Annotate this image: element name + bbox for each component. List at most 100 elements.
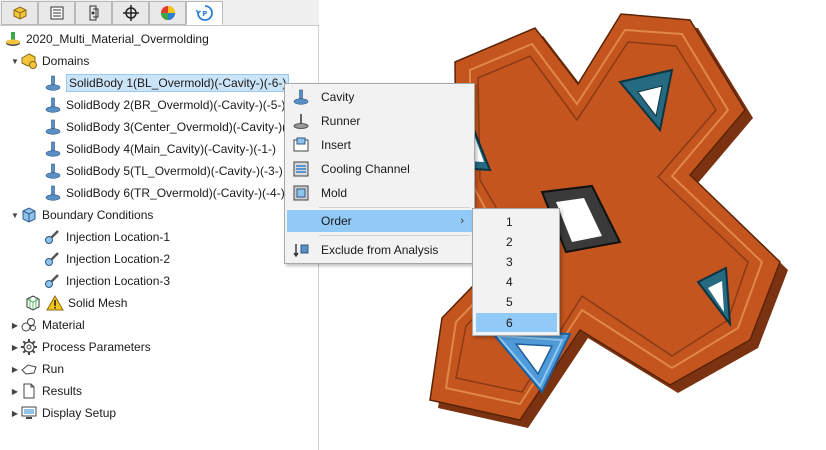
order-option-4[interactable]: 4 [476, 272, 557, 291]
order-option-6[interactable]: 6 [476, 313, 557, 332]
tree-solid-body-2[interactable]: SolidBody 2(BR_Overmold)(-Cavity-)(-5-) [44, 94, 285, 116]
expand-caret-icon[interactable]: ▶ [10, 365, 20, 374]
study-name: 2020_Multi_Material_Overmolding [26, 32, 209, 46]
run-icon [20, 360, 38, 378]
tree-boundary-conditions[interactable]: ▼ Boundary Conditions [10, 204, 153, 226]
tree-domains[interactable]: ▼ Domains [10, 50, 89, 72]
submenu-arrow-icon: › [460, 215, 464, 227]
cooling-channel-icon [290, 159, 312, 179]
order-option-1[interactable]: 1 [476, 212, 557, 231]
tree-material[interactable]: ▶ Material [10, 314, 85, 336]
insert-icon [290, 135, 312, 155]
tree-solid-body-6[interactable]: SolidBody 6(TR_Overmold)(-Cavity-)(-4-) [44, 182, 285, 204]
expand-caret-icon[interactable]: ▶ [10, 343, 20, 352]
injection-location-label: Injection Location-1 [66, 230, 171, 244]
mesh-icon [24, 294, 42, 312]
tree-solid-mesh[interactable]: Solid Mesh [24, 292, 127, 314]
plastics-study-icon [4, 30, 22, 48]
menu-item-insert[interactable]: Insert [287, 134, 472, 156]
material-icon [20, 316, 38, 334]
tree-solid-body-1[interactable]: SolidBody 1(BL_Overmold)(-Cavity-)(-6-) [44, 72, 290, 94]
tree-solid-body-4[interactable]: SolidBody 4(Main_Cavity)(-Cavity-)(-1-) [44, 138, 276, 160]
warning-icon [46, 294, 64, 312]
cavity-icon [44, 184, 62, 202]
domains-icon [20, 52, 38, 70]
svg-text:P: P [202, 10, 207, 18]
menu-item-mold[interactable]: Mold [287, 182, 472, 204]
cavity-icon [44, 118, 62, 136]
tree-solid-body-3[interactable]: SolidBody 3(Center_Overmold)(-Cavity-)(-… [44, 116, 305, 138]
solid-body-label: SolidBody 5(TL_Overmold)(-Cavity-)(-3-) [66, 164, 283, 178]
results-document-icon [20, 382, 38, 400]
display-manager-icon [160, 6, 175, 20]
cavity-icon [290, 87, 312, 107]
exclude-icon [290, 240, 312, 260]
solid-body-label: SolidBody 3(Center_Overmold)(-Cavity-)(-… [66, 120, 305, 134]
solid-mesh-label: Solid Mesh [68, 296, 128, 310]
process-parameters-label: Process Parameters [42, 340, 151, 354]
menu-item-cooling-channel[interactable]: Cooling Channel [287, 158, 472, 180]
tree-results[interactable]: ▶ Results [10, 380, 82, 402]
cavity-icon [44, 140, 62, 158]
solid-body-label: SolidBody 6(TR_Overmold)(-Cavity-)(-4-) [66, 186, 285, 200]
injection-location-icon [44, 228, 62, 246]
display-setup-icon [20, 404, 38, 422]
order-option-2[interactable]: 2 [476, 232, 557, 251]
display-setup-label: Display Setup [42, 406, 117, 420]
menu-item-runner[interactable]: Runner [287, 110, 472, 132]
menu-item-order[interactable]: Order › [287, 210, 472, 232]
injection-location-label: Injection Location-3 [66, 274, 171, 288]
expand-caret-icon[interactable]: ▶ [10, 387, 20, 396]
feature-tree-panel: P 2020_Multi_Material_Overmolding ▼ Doma… [0, 0, 319, 450]
injection-location-label: Injection Location-2 [66, 252, 171, 266]
tree-display-setup[interactable]: ▶ Display Setup [10, 402, 116, 424]
tree-solid-body-5[interactable]: SolidBody 5(TL_Overmold)(-Cavity-)(-3-) [44, 160, 283, 182]
solid-body-label: SolidBody 2(BR_Overmold)(-Cavity-)(-5-) [66, 98, 286, 112]
order-option-3[interactable]: 3 [476, 252, 557, 271]
run-label: Run [42, 362, 65, 376]
expand-caret-icon[interactable]: ▶ [10, 409, 20, 418]
runner-icon [290, 111, 312, 131]
order-option-5[interactable]: 5 [476, 292, 557, 311]
solid-body-label: SolidBody 4(Main_Cavity)(-Cavity-)(-1-) [66, 142, 277, 156]
tab-simulation-study[interactable]: P [186, 1, 223, 25]
tree-process-parameters[interactable]: ▶ Process Parameters [10, 336, 151, 358]
boundary-conditions-label: Boundary Conditions [42, 208, 154, 222]
gear-icon [20, 338, 38, 356]
menu-item-exclude-from-analysis[interactable]: Exclude from Analysis [287, 239, 472, 261]
dimxpert-icon [122, 5, 139, 21]
boundary-conditions-icon [20, 206, 38, 224]
tree-run[interactable]: ▶ Run [10, 358, 64, 380]
feature-manager-icon [13, 6, 26, 20]
simulation-study-icon: P [195, 5, 213, 21]
manager-tab-strip: P [0, 0, 319, 26]
configuration-manager-icon [89, 5, 98, 21]
cavity-icon [44, 74, 62, 92]
tab-dimxpert-manager[interactable] [112, 1, 149, 25]
tree-injection-location-1[interactable]: Injection Location-1 [44, 226, 170, 248]
expand-caret-icon[interactable]: ▶ [10, 321, 20, 330]
order-submenu: 1 2 3 4 5 6 [472, 208, 560, 336]
property-manager-icon [50, 6, 63, 20]
tree-injection-location-2[interactable]: Injection Location-2 [44, 248, 170, 270]
menu-separator [319, 235, 470, 236]
tab-feature-manager[interactable] [1, 1, 38, 25]
tree-study-root[interactable]: 2020_Multi_Material_Overmolding [4, 28, 209, 50]
domains-label: Domains [42, 54, 90, 68]
menu-item-cavity[interactable]: Cavity [287, 86, 472, 108]
injection-location-icon [44, 272, 62, 290]
expand-caret-icon[interactable]: ▼ [10, 57, 20, 66]
expand-caret-icon[interactable]: ▼ [10, 211, 20, 220]
material-label: Material [42, 318, 85, 332]
cavity-icon [44, 96, 62, 114]
tab-configuration-manager[interactable] [75, 1, 112, 25]
solid-body-label: SolidBody 1(BL_Overmold)(-Cavity-)(-6-) [66, 74, 290, 92]
cavity-icon [44, 162, 62, 180]
mold-icon [290, 183, 312, 203]
menu-separator [319, 207, 470, 208]
results-label: Results [42, 384, 83, 398]
context-menu: Cavity Runner Insert Cooling Channel Mol… [284, 83, 475, 264]
tab-property-manager[interactable] [38, 1, 75, 25]
tree-injection-location-3[interactable]: Injection Location-3 [44, 270, 170, 292]
tab-display-manager[interactable] [149, 1, 186, 25]
